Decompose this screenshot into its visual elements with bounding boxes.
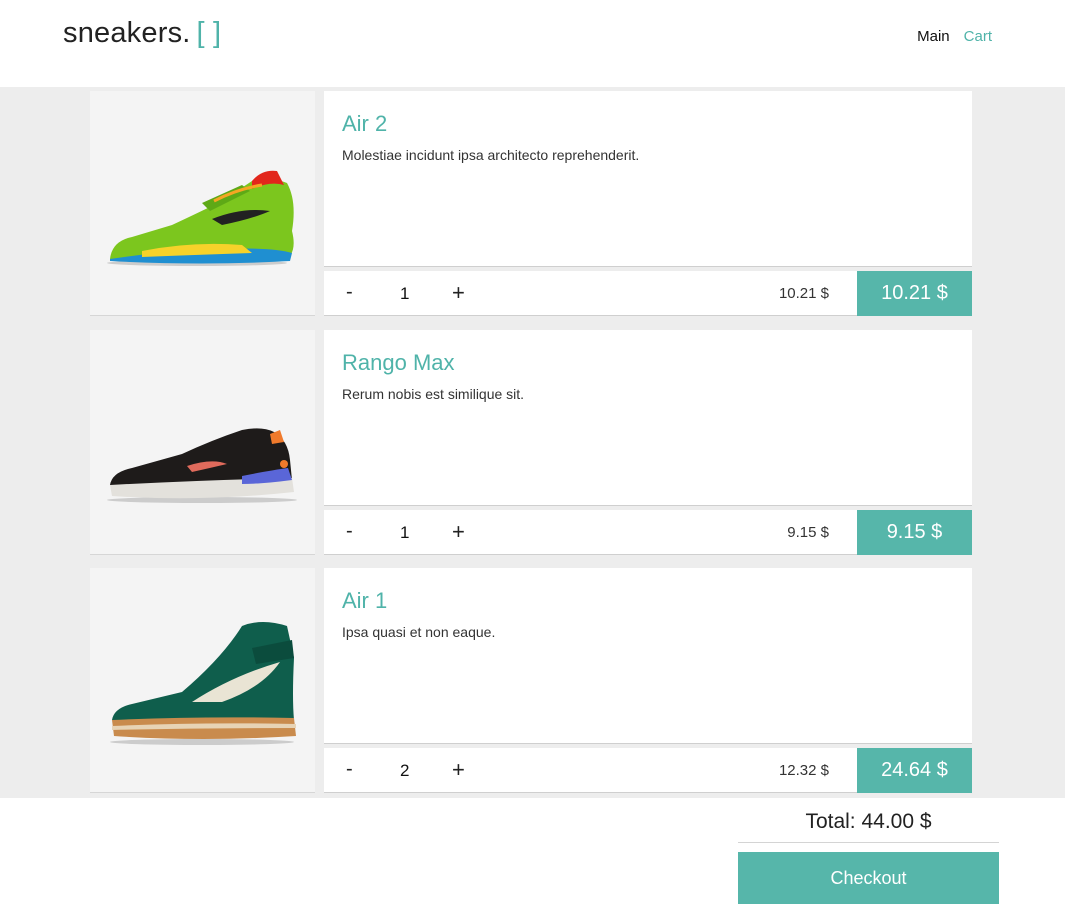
quantity-controls: - 1 + 9.15 $ [324, 510, 857, 555]
cart-item: Air 1 Ipsa quasi et non eaque. - 2 + 12.… [90, 568, 972, 793]
product-name[interactable]: Air 1 [342, 588, 954, 614]
cart-item: Rango Max Rerum nobis est similique sit.… [90, 330, 972, 555]
green-basketball-sneaker-image [107, 170, 294, 266]
black-running-sneaker-image [107, 428, 297, 503]
product-name[interactable]: Air 2 [342, 111, 954, 137]
quantity-value: 1 [400, 523, 410, 542]
green-high-top-sneaker-image [110, 622, 296, 745]
unit-price: 12.32 $ [778, 762, 829, 779]
product-image [90, 330, 315, 555]
nav-link-main[interactable]: Main [917, 28, 950, 45]
cart-summary: Total: 44.00 $ Checkout [738, 810, 999, 904]
increase-quantity-button[interactable]: + [452, 280, 465, 306]
logo-brackets: [ ] [196, 17, 222, 49]
product-name[interactable]: Rango Max [342, 350, 954, 376]
product-image [90, 568, 315, 793]
unit-price: 10.21 $ [778, 285, 829, 302]
line-total: 24.64 $ [857, 748, 972, 793]
logo[interactable]: sneakers.[ ] [63, 17, 221, 50]
cart-item: Air 2 Molestiae incidunt ipsa architecto… [90, 91, 972, 316]
cart-total: Total: 44.00 $ [738, 810, 999, 843]
quantity-controls: - 1 + 10.21 $ [324, 271, 857, 316]
quantity-controls: - 2 + 12.32 $ [324, 748, 857, 793]
product-info: Air 1 Ipsa quasi et non eaque. [324, 568, 972, 744]
quantity-value: 2 [400, 761, 410, 780]
header: sneakers.[ ] Main Cart [0, 0, 1065, 87]
decrease-quantity-button[interactable]: - [346, 520, 353, 543]
decrease-quantity-button[interactable]: - [346, 281, 353, 304]
line-total: 10.21 $ [857, 271, 972, 316]
logo-text: sneakers. [63, 17, 191, 49]
cart-list: Air 2 Molestiae incidunt ipsa architecto… [0, 87, 1065, 798]
product-description: Ipsa quasi et non eaque. [342, 624, 496, 640]
decrease-quantity-button[interactable]: - [346, 758, 353, 781]
main-nav: Main Cart [917, 28, 992, 45]
nav-link-cart[interactable]: Cart [964, 28, 992, 45]
product-description: Rerum nobis est similique sit. [342, 386, 525, 402]
increase-quantity-button[interactable]: + [452, 757, 465, 783]
unit-price: 9.15 $ [787, 524, 829, 541]
increase-quantity-button[interactable]: + [452, 519, 465, 545]
quantity-value: 1 [400, 284, 410, 303]
checkout-button[interactable]: Checkout [738, 852, 999, 904]
line-total: 9.15 $ [857, 510, 972, 555]
product-description: Molestiae incidunt ipsa architecto repre… [342, 147, 640, 163]
product-info: Air 2 Molestiae incidunt ipsa architecto… [324, 91, 972, 267]
product-image [90, 91, 315, 316]
product-info: Rango Max Rerum nobis est similique sit. [324, 330, 972, 506]
